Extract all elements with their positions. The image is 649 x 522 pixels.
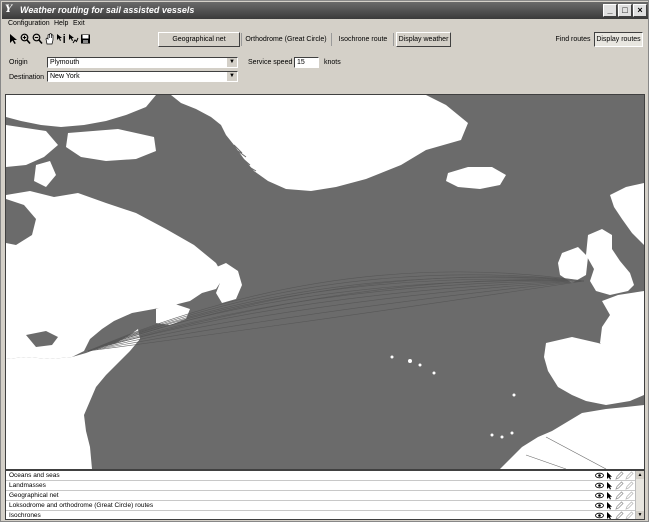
edit-pencil-icon[interactable] bbox=[615, 501, 624, 510]
close-button[interactable]: × bbox=[633, 4, 647, 17]
map-view[interactable] bbox=[5, 94, 645, 470]
edit-pencil-icon[interactable] bbox=[625, 481, 634, 490]
app-icon: Y bbox=[5, 4, 13, 15]
visibility-eye-icon[interactable] bbox=[595, 501, 604, 510]
azores-island bbox=[408, 359, 412, 363]
menu-bar: Configuration Help Exit bbox=[2, 19, 648, 30]
edit-pencil-icon[interactable] bbox=[625, 501, 634, 510]
chevron-down-icon[interactable]: ▼ bbox=[227, 72, 237, 81]
visibility-eye-icon[interactable] bbox=[595, 491, 604, 500]
azores-island bbox=[390, 355, 394, 359]
edit-pencil-icon[interactable] bbox=[615, 511, 624, 519]
layer-row[interactable]: Loksodrome and orthodrome (Great Circle)… bbox=[6, 501, 636, 511]
madeira-island bbox=[512, 393, 516, 397]
edit-pencil-icon[interactable] bbox=[625, 511, 634, 519]
chevron-down-icon[interactable]: ▼ bbox=[227, 58, 237, 67]
title-bar[interactable]: Y Weather routing for sail assisted vess… bbox=[2, 2, 648, 19]
layer-name: Landmasses bbox=[9, 482, 46, 489]
canary-island bbox=[500, 435, 504, 439]
zoom-in-icon[interactable] bbox=[20, 33, 31, 45]
map-canvas[interactable] bbox=[6, 95, 644, 469]
menu-help[interactable]: Help bbox=[54, 20, 68, 27]
edit-pencil-icon[interactable] bbox=[625, 471, 634, 480]
canary-island bbox=[510, 431, 514, 435]
destination-label: Destination bbox=[9, 74, 45, 81]
azores-island bbox=[432, 371, 436, 375]
info-pointer-icon[interactable] bbox=[56, 33, 67, 45]
select-pointer-icon[interactable] bbox=[605, 471, 614, 480]
select-pointer-icon[interactable] bbox=[605, 481, 614, 490]
layer-controls bbox=[595, 471, 634, 481]
route-pointer-icon[interactable] bbox=[68, 33, 79, 45]
minimize-button[interactable]: _ bbox=[603, 4, 617, 17]
geographical-net-button[interactable]: Geographical net bbox=[158, 32, 240, 47]
maximize-button[interactable]: □ bbox=[618, 4, 632, 17]
toolbar-separator bbox=[241, 33, 242, 46]
destination-value: New York bbox=[50, 73, 80, 80]
toolbar: Geographical net Orthodrome (Great Circl… bbox=[2, 31, 648, 49]
application-window: Y Weather routing for sail assisted vess… bbox=[0, 0, 649, 522]
origin-value: Plymouth bbox=[50, 59, 80, 66]
layer-name: Oceans and seas bbox=[9, 472, 60, 479]
zoom-out-icon[interactable] bbox=[32, 33, 43, 45]
edit-pencil-icon[interactable] bbox=[615, 491, 624, 500]
layer-controls bbox=[595, 481, 634, 491]
select-pointer-icon[interactable] bbox=[605, 491, 614, 500]
layer-row[interactable]: Geographical net bbox=[6, 491, 636, 501]
canary-island bbox=[490, 433, 494, 437]
select-pointer-icon[interactable] bbox=[605, 501, 614, 510]
orthodrome-button[interactable]: Orthodrome (Great Circle) bbox=[244, 32, 328, 47]
menu-configuration[interactable]: Configuration bbox=[8, 20, 50, 27]
service-speed-label: Service speed bbox=[248, 59, 293, 66]
edit-pencil-icon[interactable] bbox=[625, 491, 634, 500]
visibility-eye-icon[interactable] bbox=[595, 471, 604, 480]
display-weather-button[interactable]: Display weather bbox=[396, 32, 451, 47]
select-pointer-icon[interactable] bbox=[605, 511, 614, 519]
layer-name: Isochrones bbox=[9, 512, 41, 519]
visibility-eye-icon[interactable] bbox=[595, 511, 604, 519]
layer-controls bbox=[595, 491, 634, 501]
azores-island bbox=[418, 363, 422, 367]
layer-name: Geographical net bbox=[9, 492, 59, 499]
route-form: Origin Plymouth ▼ Destination New York ▼… bbox=[2, 51, 648, 91]
edit-pencil-icon[interactable] bbox=[615, 481, 624, 490]
scroll-up-icon[interactable]: ▲ bbox=[636, 471, 644, 479]
edit-pencil-icon[interactable] bbox=[615, 471, 624, 480]
display-routes-button[interactable]: Display routes bbox=[594, 32, 643, 47]
toolbar-separator bbox=[393, 33, 394, 46]
window-title: Weather routing for sail assisted vessel… bbox=[20, 5, 195, 15]
visibility-eye-icon[interactable] bbox=[595, 481, 604, 490]
layer-row[interactable]: Landmasses bbox=[6, 481, 636, 491]
pointer-icon[interactable] bbox=[8, 33, 19, 45]
speed-unit-label: knots bbox=[324, 59, 341, 66]
layer-row[interactable]: Oceans and seas bbox=[6, 471, 636, 481]
service-speed-input[interactable]: 15 bbox=[294, 57, 319, 68]
layer-controls bbox=[595, 511, 634, 519]
pan-hand-icon[interactable] bbox=[44, 33, 55, 45]
layer-row[interactable]: Isochrones bbox=[6, 511, 636, 519]
scroll-down-icon[interactable]: ▼ bbox=[636, 511, 644, 519]
find-routes-button[interactable]: Find routes bbox=[553, 32, 593, 47]
menu-exit[interactable]: Exit bbox=[73, 20, 85, 27]
save-icon[interactable] bbox=[80, 33, 91, 45]
destination-select[interactable]: New York ▼ bbox=[47, 71, 238, 82]
origin-select[interactable]: Plymouth ▼ bbox=[47, 57, 238, 68]
toolbar-separator bbox=[331, 33, 332, 46]
layer-name: Loksodrome and orthodrome (Great Circle)… bbox=[9, 502, 154, 509]
layers-scrollbar[interactable]: ▲ ▼ bbox=[635, 471, 644, 519]
isochrone-route-button[interactable]: Isochrone route bbox=[334, 32, 392, 47]
layers-panel: Oceans and seas Landmasses Geographical … bbox=[5, 470, 645, 520]
layer-controls bbox=[595, 501, 634, 511]
origin-label: Origin bbox=[9, 59, 28, 66]
